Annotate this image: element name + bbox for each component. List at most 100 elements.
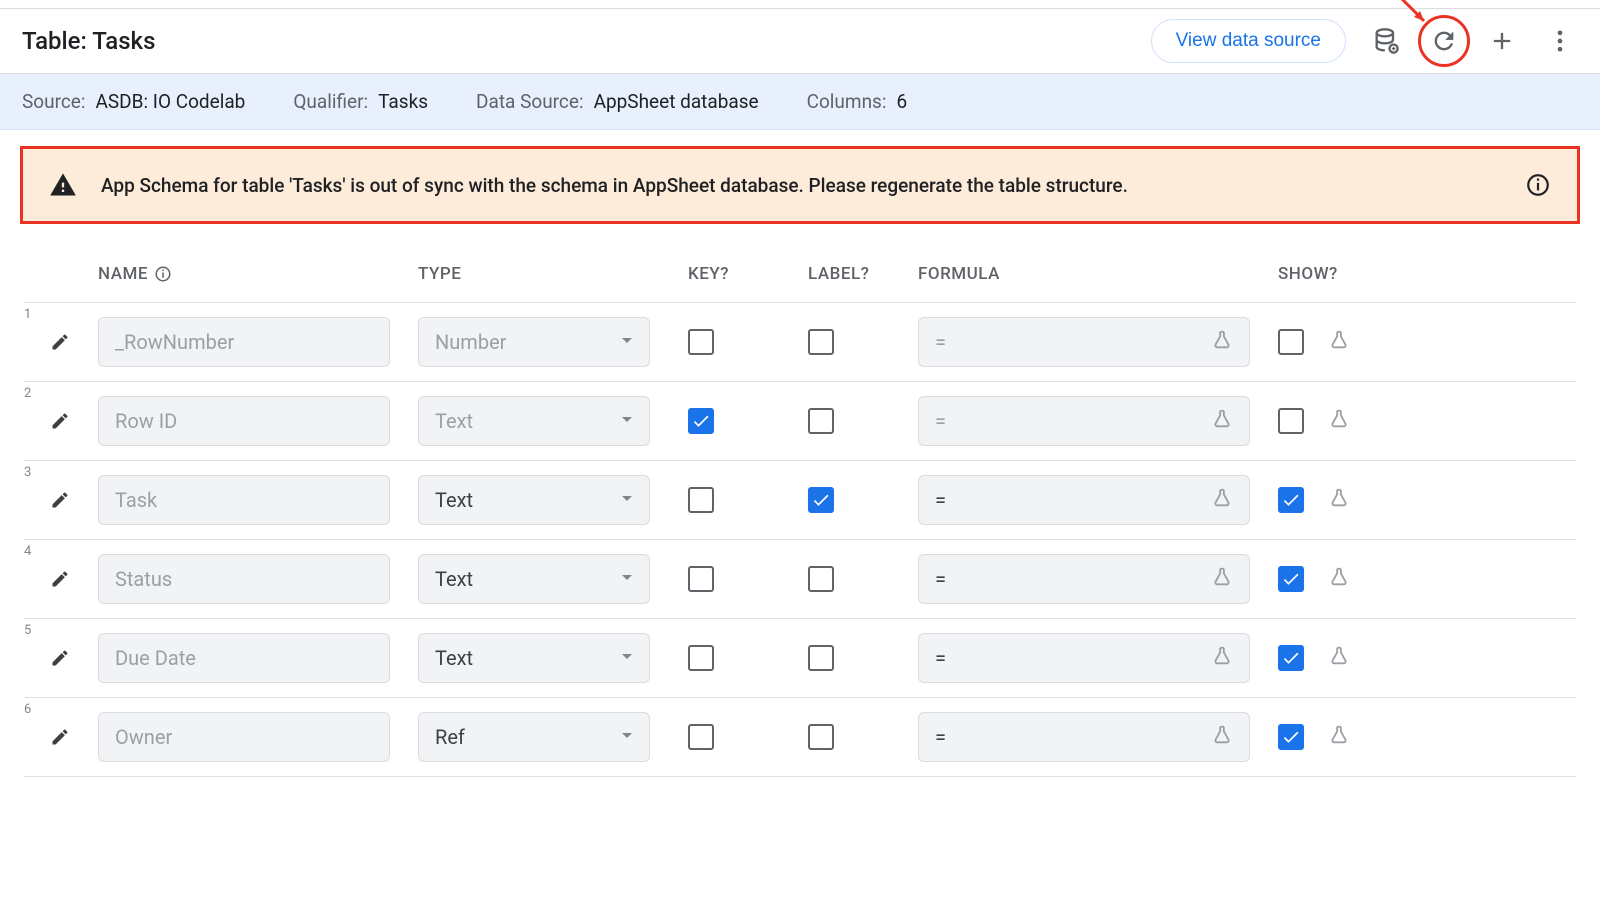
flask-icon	[1211, 724, 1233, 751]
annotation-highlight-ring	[1418, 15, 1470, 67]
show-checkbox[interactable]	[1278, 724, 1304, 750]
col-header-show: SHOW?	[1278, 264, 1428, 284]
key-checkbox[interactable]	[688, 566, 714, 592]
page-title: Table: Tasks	[22, 27, 155, 55]
row-number: 5	[24, 623, 50, 638]
column-type-select[interactable]: Ref	[418, 712, 650, 762]
columns-table: NAME TYPE KEY? LABEL? FORMULA SHOW? 1 _R…	[0, 232, 1600, 777]
col-header-formula: FORMULA	[918, 264, 1278, 284]
edit-column-button[interactable]	[50, 727, 98, 747]
table-header: Table: Tasks View data source	[0, 8, 1600, 74]
key-checkbox[interactable]	[688, 408, 714, 434]
column-row: 5 Due Date Text =	[24, 619, 1576, 698]
label-checkbox[interactable]	[808, 408, 834, 434]
formula-field[interactable]: =	[918, 554, 1250, 604]
row-number: 2	[24, 386, 50, 401]
column-row: 2 Row ID Text =	[24, 382, 1576, 461]
col-header-label: LABEL?	[798, 264, 918, 284]
column-type-select[interactable]: Text	[418, 475, 650, 525]
column-name-field[interactable]: Row ID	[98, 396, 390, 446]
flask-icon	[1211, 645, 1233, 672]
columns-header-row: NAME TYPE KEY? LABEL? FORMULA SHOW?	[24, 242, 1576, 303]
label-checkbox[interactable]	[808, 645, 834, 671]
key-checkbox[interactable]	[688, 724, 714, 750]
column-name-field[interactable]: Task	[98, 475, 390, 525]
col-header-name: NAME	[98, 264, 418, 284]
column-name-field[interactable]: Due Date	[98, 633, 390, 683]
row-number: 1	[24, 307, 50, 322]
info-qualifier-value: Tasks	[378, 90, 428, 113]
show-checkbox[interactable]	[1278, 566, 1304, 592]
edit-column-button[interactable]	[50, 648, 98, 668]
info-icon	[154, 265, 172, 283]
formula-field[interactable]: =	[918, 712, 1250, 762]
show-checkbox[interactable]	[1278, 329, 1304, 355]
show-checkbox[interactable]	[1278, 645, 1304, 671]
column-type-select[interactable]: Number	[418, 317, 650, 367]
formula-field[interactable]: =	[918, 317, 1250, 367]
flask-icon	[1211, 408, 1233, 435]
show-flask-icon[interactable]	[1328, 645, 1350, 671]
label-checkbox[interactable]	[808, 329, 834, 355]
chevron-down-icon	[615, 407, 639, 436]
column-type-select[interactable]: Text	[418, 554, 650, 604]
table-info-strip: Source:ASDB: IO Codelab Qualifier:Tasks …	[0, 74, 1600, 130]
column-name-field[interactable]: Owner	[98, 712, 390, 762]
header-actions: View data source	[1151, 19, 1578, 63]
info-columns-label: Columns:	[807, 90, 887, 113]
column-type-select[interactable]: Text	[418, 396, 650, 446]
flask-icon	[1211, 566, 1233, 593]
edit-column-button[interactable]	[50, 332, 98, 352]
col-header-key: KEY?	[678, 264, 798, 284]
row-number: 4	[24, 544, 50, 559]
label-checkbox[interactable]	[808, 566, 834, 592]
info-source-label: Source:	[22, 90, 85, 113]
column-name-field[interactable]: Status	[98, 554, 390, 604]
formula-field[interactable]: =	[918, 475, 1250, 525]
show-flask-icon[interactable]	[1328, 566, 1350, 592]
edit-column-button[interactable]	[50, 490, 98, 510]
info-source-value: ASDB: IO Codelab	[95, 90, 245, 113]
column-row: 3 Task Text =	[24, 461, 1576, 540]
label-checkbox[interactable]	[808, 487, 834, 513]
show-flask-icon[interactable]	[1328, 408, 1350, 434]
edit-column-button[interactable]	[50, 569, 98, 589]
key-checkbox[interactable]	[688, 487, 714, 513]
show-flask-icon[interactable]	[1328, 724, 1350, 750]
show-flask-icon[interactable]	[1328, 487, 1350, 513]
show-flask-icon[interactable]	[1328, 329, 1350, 355]
key-checkbox[interactable]	[688, 645, 714, 671]
formula-field[interactable]: =	[918, 396, 1250, 446]
label-checkbox[interactable]	[808, 724, 834, 750]
column-row: 4 Status Text =	[24, 540, 1576, 619]
column-row: 1 _RowNumber Number =	[24, 303, 1576, 382]
flask-icon	[1211, 329, 1233, 356]
chevron-down-icon	[615, 644, 639, 673]
chevron-down-icon	[615, 565, 639, 594]
warning-text: App Schema for table 'Tasks' is out of s…	[101, 174, 1128, 197]
more-menu-button[interactable]	[1542, 23, 1578, 59]
row-number: 6	[24, 702, 50, 717]
info-datasource-label: Data Source:	[476, 90, 584, 113]
formula-field[interactable]: =	[918, 633, 1250, 683]
info-datasource-value: AppSheet database	[594, 90, 759, 113]
info-columns-value: 6	[896, 90, 907, 113]
edit-column-button[interactable]	[50, 411, 98, 431]
info-qualifier-label: Qualifier:	[293, 90, 368, 113]
chevron-down-icon	[615, 328, 639, 357]
add-button[interactable]	[1484, 23, 1520, 59]
key-checkbox[interactable]	[688, 329, 714, 355]
show-checkbox[interactable]	[1278, 408, 1304, 434]
column-type-select[interactable]: Text	[418, 633, 650, 683]
column-name-field[interactable]: _RowNumber	[98, 317, 390, 367]
chevron-down-icon	[615, 723, 639, 752]
view-data-source-button[interactable]: View data source	[1151, 19, 1346, 63]
column-row: 6 Owner Ref =	[24, 698, 1576, 777]
schema-warning-banner: App Schema for table 'Tasks' is out of s…	[20, 146, 1580, 224]
show-checkbox[interactable]	[1278, 487, 1304, 513]
warning-info-button[interactable]	[1525, 172, 1551, 198]
chevron-down-icon	[615, 486, 639, 515]
col-header-type: TYPE	[418, 264, 678, 284]
warning-icon	[49, 171, 77, 199]
row-number: 3	[24, 465, 50, 480]
